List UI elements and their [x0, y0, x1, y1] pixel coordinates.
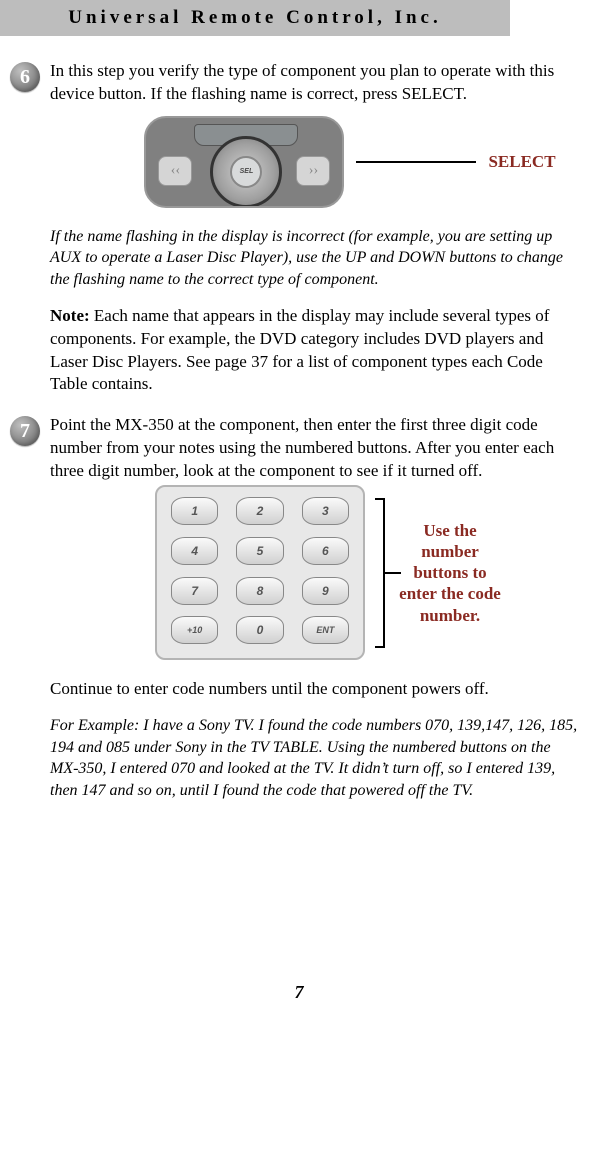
step7-continue: Continue to enter code numbers until the…	[50, 678, 580, 701]
step-number-7: 7	[10, 416, 40, 446]
keypad-key-plus10: +10	[171, 616, 218, 644]
keypad-key-2: 2	[236, 497, 283, 525]
left-arrow-icon: ‹‹	[158, 156, 192, 186]
keypad-key-5: 5	[236, 537, 283, 565]
remote-keypad-illustration: 1 2 3 4 5 6 7 8 9 +10 0 ENT	[155, 485, 365, 660]
step7-example: For Example: I have a Sony TV. I found t…	[50, 715, 580, 801]
figure-select: ‹‹ SEL ›› SELECT	[120, 116, 580, 208]
note-label: Note:	[50, 306, 90, 325]
header-bar: Universal Remote Control, Inc.	[0, 0, 510, 36]
select-callout-label: SELECT	[488, 152, 555, 172]
right-arrow-icon: ››	[296, 156, 330, 186]
figure-keypad: 1 2 3 4 5 6 7 8 9 +10 0 ENT Use the numb…	[80, 485, 580, 660]
header-title: Universal Remote Control, Inc.	[68, 7, 441, 29]
keypad-key-0: 0	[236, 616, 283, 644]
step6-intro: In this step you verify the type of comp…	[50, 60, 580, 106]
step6-italic-note: If the name flashing in the display is i…	[50, 226, 580, 291]
keypad-key-9: 9	[302, 577, 349, 605]
keypad-key-7: 7	[171, 577, 218, 605]
step7-intro: Point the MX-350 at the component, then …	[50, 414, 580, 483]
page-number: 7	[0, 982, 598, 1003]
note-text: Each name that appears in the display ma…	[50, 306, 549, 394]
keypad-key-ent: ENT	[302, 616, 349, 644]
callout-line-icon	[356, 161, 476, 163]
keypad-key-4: 4	[171, 537, 218, 565]
step-7: 7 Point the MX-350 at the component, the…	[0, 414, 598, 801]
remote-select-illustration: ‹‹ SEL ››	[144, 116, 344, 208]
bracket-icon	[373, 498, 387, 648]
keypad-key-1: 1	[171, 497, 218, 525]
step6-note: Note: Each name that appears in the disp…	[50, 305, 580, 397]
step-6: 6 In this step you verify the type of co…	[0, 60, 598, 396]
keypad-key-8: 8	[236, 577, 283, 605]
keypad-callout-label: Use the number buttons to enter the code…	[395, 520, 505, 626]
keypad-key-3: 3	[302, 497, 349, 525]
keypad-key-6: 6	[302, 537, 349, 565]
step-number-6: 6	[10, 62, 40, 92]
page: Universal Remote Control, Inc. 6 In this…	[0, 0, 598, 1023]
